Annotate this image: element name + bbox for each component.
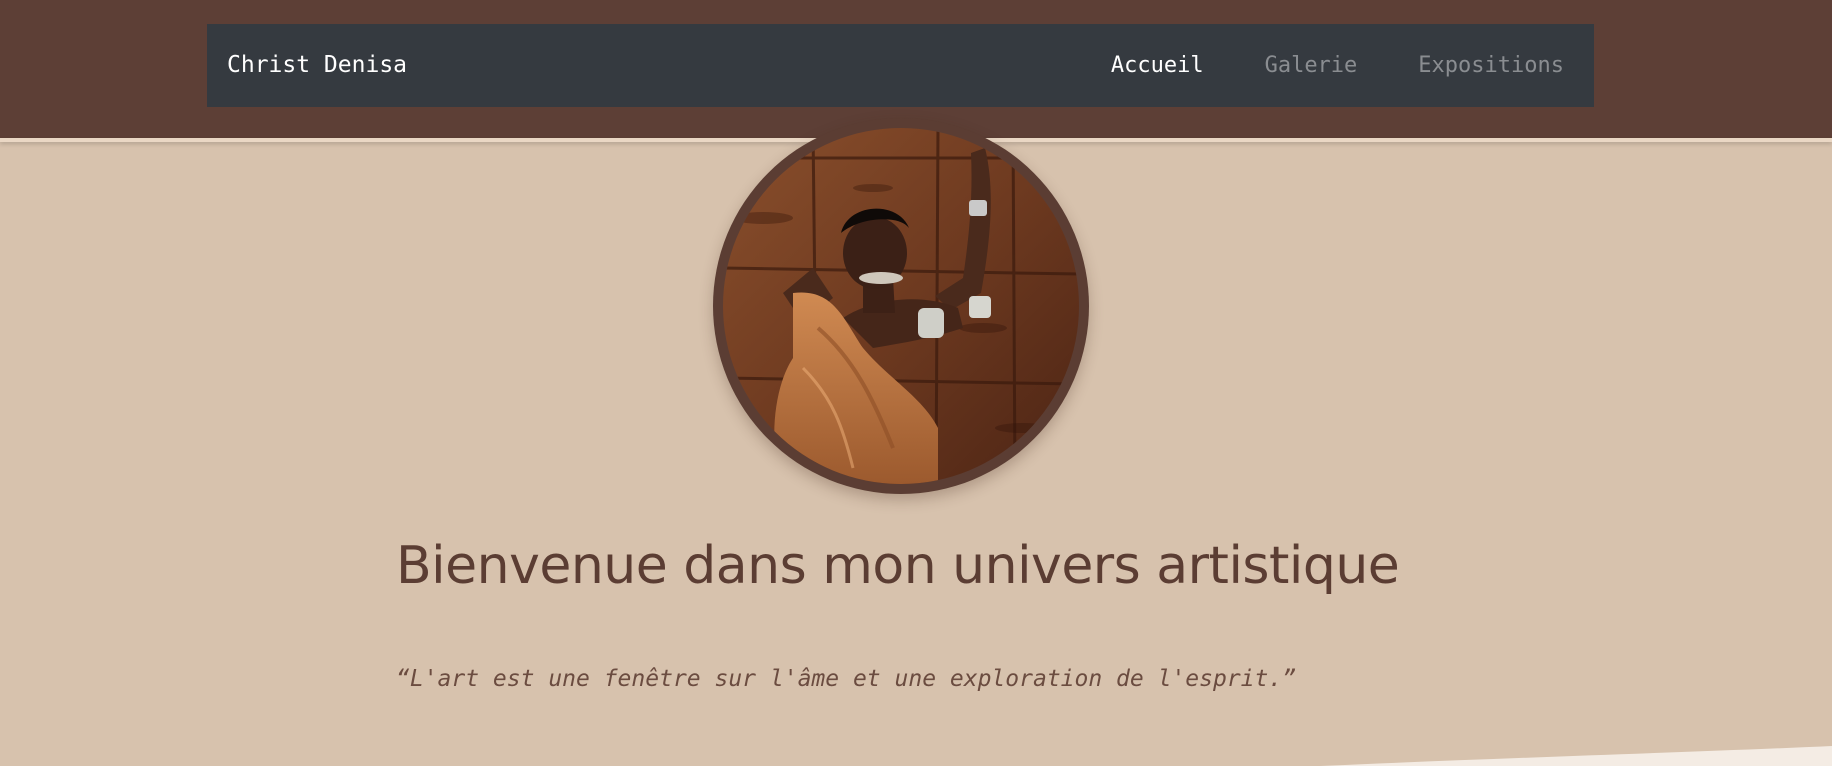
- site-header: Christ Denisa Accueil Galerie Exposition…: [0, 0, 1832, 138]
- nav-link-expositions[interactable]: Expositions: [1418, 53, 1564, 78]
- nav-link-galerie[interactable]: Galerie: [1265, 53, 1358, 78]
- artist-portrait: [713, 118, 1089, 494]
- nav-links: Accueil Galerie Expositions: [1050, 24, 1564, 107]
- nav-link-accueil[interactable]: Accueil: [1111, 53, 1204, 78]
- navbar: Christ Denisa Accueil Galerie Exposition…: [207, 24, 1594, 107]
- brand-link[interactable]: Christ Denisa: [227, 24, 407, 107]
- artist-quote: “L'art est une fenêtre sur l'âme et une …: [396, 666, 1297, 692]
- portrait-image: [723, 128, 1079, 484]
- bottom-wave-divider: [1320, 746, 1832, 766]
- page-title: Bienvenue dans mon univers artistique: [396, 536, 1400, 596]
